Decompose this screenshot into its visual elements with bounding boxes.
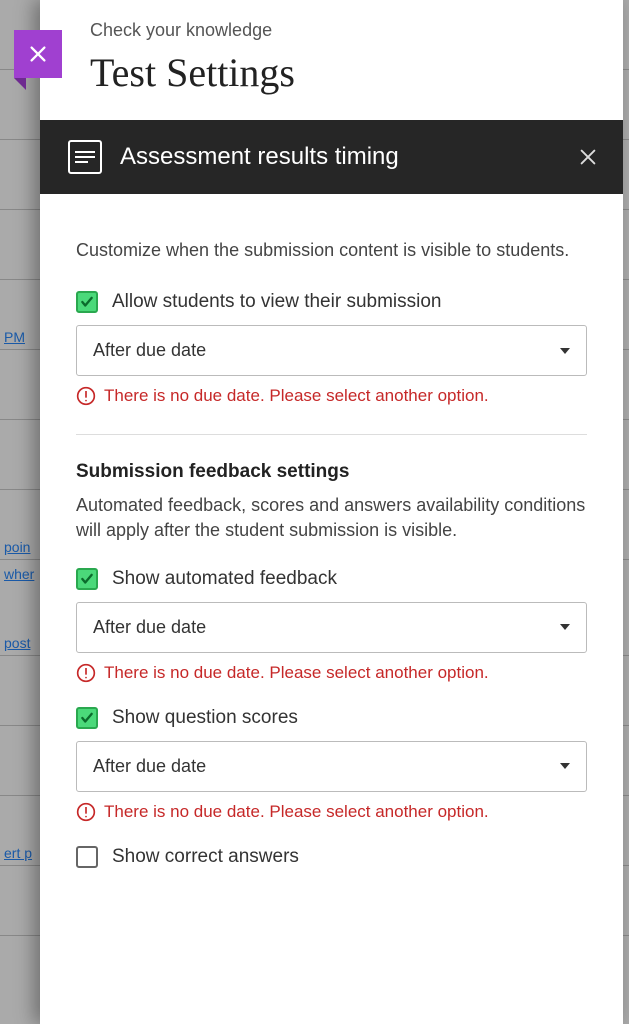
automated-feedback-checkbox[interactable] <box>76 568 98 590</box>
automated-feedback-label: Show automated feedback <box>112 568 337 590</box>
view-submission-select[interactable]: After due date <box>76 325 587 376</box>
error-icon <box>76 663 96 683</box>
automated-feedback-group: Show automated feedback After due date T… <box>76 568 587 683</box>
error-icon <box>76 802 96 822</box>
automated-feedback-select[interactable]: After due date <box>76 602 587 653</box>
question-scores-select[interactable]: After due date <box>76 741 587 792</box>
view-submission-group: Allow students to view their submission … <box>76 291 587 406</box>
panel-body: Customize when the submission content is… <box>40 194 623 1024</box>
question-scores-label: Show question scores <box>112 707 298 729</box>
caret-down-icon <box>560 763 570 769</box>
view-submission-checkbox[interactable] <box>76 291 98 313</box>
caret-down-icon <box>560 624 570 630</box>
view-submission-label: Allow students to view their submission <box>112 291 441 313</box>
page-title: Test Settings <box>90 49 595 96</box>
correct-answers-checkbox[interactable] <box>76 846 98 868</box>
close-section-button[interactable] <box>577 146 599 168</box>
select-value: After due date <box>93 756 206 777</box>
section-bar: Assessment results timing <box>40 120 623 194</box>
close-icon <box>27 43 49 65</box>
select-value: After due date <box>93 617 206 638</box>
view-submission-error: There is no due date. Please select anot… <box>76 386 587 406</box>
feedback-section-title: Submission feedback settings <box>76 461 587 483</box>
intro-text: Customize when the submission content is… <box>76 238 587 263</box>
error-icon <box>76 386 96 406</box>
divider <box>76 434 587 435</box>
assessment-icon <box>68 140 102 174</box>
question-scores-error: There is no due date. Please select anot… <box>76 802 587 822</box>
question-scores-group: Show question scores After due date Ther… <box>76 707 587 822</box>
caret-down-icon <box>560 348 570 354</box>
header-kicker: Check your knowledge <box>90 20 595 41</box>
select-value: After due date <box>93 340 206 361</box>
settings-panel: Check your knowledge Test Settings Asses… <box>40 0 623 1024</box>
panel-header: Check your knowledge Test Settings <box>40 0 623 120</box>
correct-answers-group: Show correct answers <box>76 846 587 868</box>
section-title: Assessment results timing <box>120 143 559 171</box>
close-panel-tab[interactable] <box>14 30 62 78</box>
question-scores-checkbox[interactable] <box>76 707 98 729</box>
correct-answers-label: Show correct answers <box>112 846 299 868</box>
feedback-section-desc: Automated feedback, scores and answers a… <box>76 493 587 543</box>
automated-feedback-error: There is no due date. Please select anot… <box>76 663 587 683</box>
